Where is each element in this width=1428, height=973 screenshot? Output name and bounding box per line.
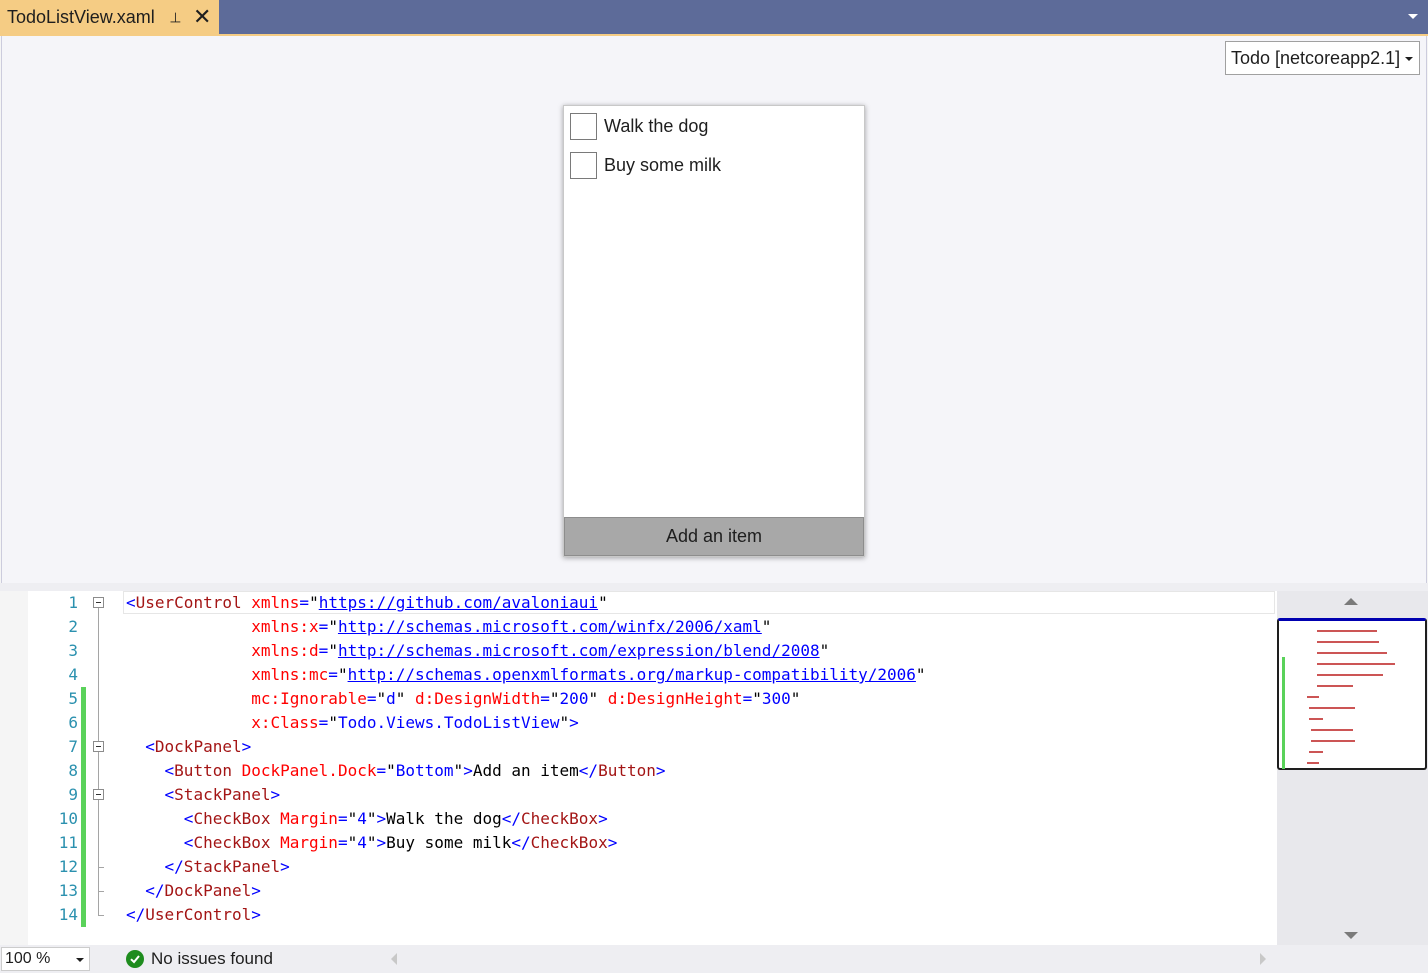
scroll-right-icon[interactable] (1260, 953, 1266, 965)
code-line[interactable]: 10 <CheckBox Margin="4">Walk the dog</Ch… (0, 807, 1277, 831)
document-tab-title: TodoListView.xaml (7, 6, 155, 27)
checkbox-label: Buy some milk (604, 154, 722, 175)
code-line[interactable]: 14 </UserControl> (0, 903, 1277, 927)
line-number: 11 (58, 833, 78, 852)
code-text: </DockPanel> (145, 881, 261, 900)
outline-end (98, 867, 104, 868)
code-text: <UserControl xmlns="https://github.com/a… (126, 593, 608, 612)
code-line[interactable]: 7 <DockPanel> (0, 735, 1277, 759)
code-text: </UserControl> (126, 905, 261, 924)
code-text: <DockPanel> (145, 737, 252, 756)
line-number: 10 (58, 809, 78, 828)
change-marker (81, 759, 86, 783)
change-marker (81, 807, 86, 831)
zoom-value: 100 % (5, 950, 51, 967)
minimap-scrollbar[interactable] (1277, 591, 1428, 945)
change-marker (81, 855, 86, 879)
pane-splitter[interactable] (0, 583, 1428, 591)
code-text: <Button DockPanel.Dock="Bottom">Add an i… (164, 761, 666, 780)
zoom-dropdown[interactable]: 100 % (1, 947, 90, 971)
code-line[interactable]: 8 <Button DockPanel.Dock="Bottom">Add an… (0, 759, 1277, 783)
outline-end (98, 891, 104, 892)
change-marker (81, 711, 86, 735)
code-text: xmlns:mc="http://schemas.openxmlformats.… (251, 665, 926, 684)
code-line[interactable]: 1 <UserControl xmlns="https://github.com/… (0, 591, 1277, 615)
line-number: 4 (68, 665, 78, 684)
code-text: <CheckBox Margin="4">Buy some milk</Chec… (183, 833, 618, 852)
checkbox-label: Walk the dog (604, 115, 709, 136)
xaml-code-editor[interactable]: 1 <UserControl xmlns="https://github.com/… (0, 591, 1277, 945)
line-number: 13 (58, 881, 78, 900)
change-marker (81, 687, 86, 711)
code-text: mc:Ignorable="d" d:DesignWidth="200" d:D… (251, 689, 801, 708)
tab-list-dropdown-icon[interactable] (1405, 8, 1421, 24)
line-number: 7 (68, 737, 78, 756)
collapse-icon[interactable] (93, 789, 104, 800)
checkbox-box[interactable] (570, 112, 597, 140)
issues-text: No issues found (151, 949, 273, 968)
outline-end (98, 915, 104, 916)
code-text: </StackPanel> (164, 857, 290, 876)
code-text: xmlns:d="http://schemas.microsoft.com/ex… (251, 641, 830, 660)
preview-checkbox-walk-dog[interactable]: Walk the dog (570, 111, 708, 141)
chevron-down-icon (76, 958, 84, 962)
code-line[interactable]: 9 <StackPanel> (0, 783, 1277, 807)
scroll-left-icon[interactable] (391, 953, 397, 965)
target-framework-dropdown[interactable]: Todo [netcoreapp2.1] (1225, 41, 1420, 75)
line-number: 14 (58, 905, 78, 924)
line-number: 1 (68, 593, 78, 612)
change-marker (81, 783, 86, 807)
code-line[interactable]: 12 </StackPanel> (0, 855, 1277, 879)
line-number: 9 (68, 785, 78, 804)
line-number: 6 (68, 713, 78, 732)
code-text: x:Class="Todo.Views.TodoListView"> (251, 713, 579, 732)
scroll-down-icon[interactable] (1344, 932, 1358, 939)
chevron-down-icon (1405, 57, 1413, 61)
design-preview: Walk the dog Buy some milk Add an item (563, 105, 865, 557)
editor-status-bar: 100 % No issues found (0, 945, 1428, 973)
document-tab[interactable]: TodoListView.xaml ⊣ ✕ (0, 0, 219, 34)
preview-checkbox-buy-milk[interactable]: Buy some milk (570, 150, 721, 180)
add-item-button[interactable]: Add an item (564, 517, 864, 556)
scroll-up-icon[interactable] (1344, 598, 1358, 605)
target-framework-value: Todo [netcoreapp2.1] (1231, 47, 1401, 68)
code-text: <StackPanel> (164, 785, 281, 804)
code-line[interactable]: 2 xmlns:x="http://schemas.microsoft.com/… (0, 615, 1277, 639)
collapse-icon[interactable] (93, 597, 104, 608)
change-marker (81, 831, 86, 855)
checkbox-box[interactable] (570, 151, 597, 179)
line-number: 3 (68, 641, 78, 660)
change-marker (81, 879, 86, 903)
issues-indicator[interactable]: No issues found (126, 949, 273, 969)
minimap-change-marker (1282, 657, 1285, 769)
line-number: 5 (68, 689, 78, 708)
pin-icon[interactable]: ⊣ (166, 11, 183, 23)
code-line[interactable]: 11 <CheckBox Margin="4">Buy some milk</C… (0, 831, 1277, 855)
collapse-icon[interactable] (93, 741, 104, 752)
line-number: 2 (68, 617, 78, 636)
code-line[interactable]: 3 xmlns:d="http://schemas.microsoft.com/… (0, 639, 1277, 663)
minimap-viewport[interactable] (1277, 618, 1427, 770)
document-tab-well: TodoListView.xaml ⊣ ✕ (0, 0, 1428, 34)
line-number: 8 (68, 761, 78, 780)
code-line[interactable]: 4 xmlns:mc="http://schemas.openxmlformat… (0, 663, 1277, 687)
change-marker (81, 903, 86, 927)
code-line[interactable]: 6 x:Class="Todo.Views.TodoListView"> (0, 711, 1277, 735)
code-text: <CheckBox Margin="4">Walk the dog</Check… (183, 809, 608, 828)
code-line[interactable]: 5 mc:Ignorable="d" d:DesignWidth="200" d… (0, 687, 1277, 711)
line-number: 12 (58, 857, 78, 876)
outline-guide (98, 603, 99, 915)
close-icon[interactable]: ✕ (193, 6, 211, 28)
code-text: xmlns:x="http://schemas.microsoft.com/wi… (251, 617, 772, 636)
check-circle-icon (126, 950, 144, 968)
code-line[interactable]: 13 </DockPanel> (0, 879, 1277, 903)
change-marker (81, 735, 86, 759)
